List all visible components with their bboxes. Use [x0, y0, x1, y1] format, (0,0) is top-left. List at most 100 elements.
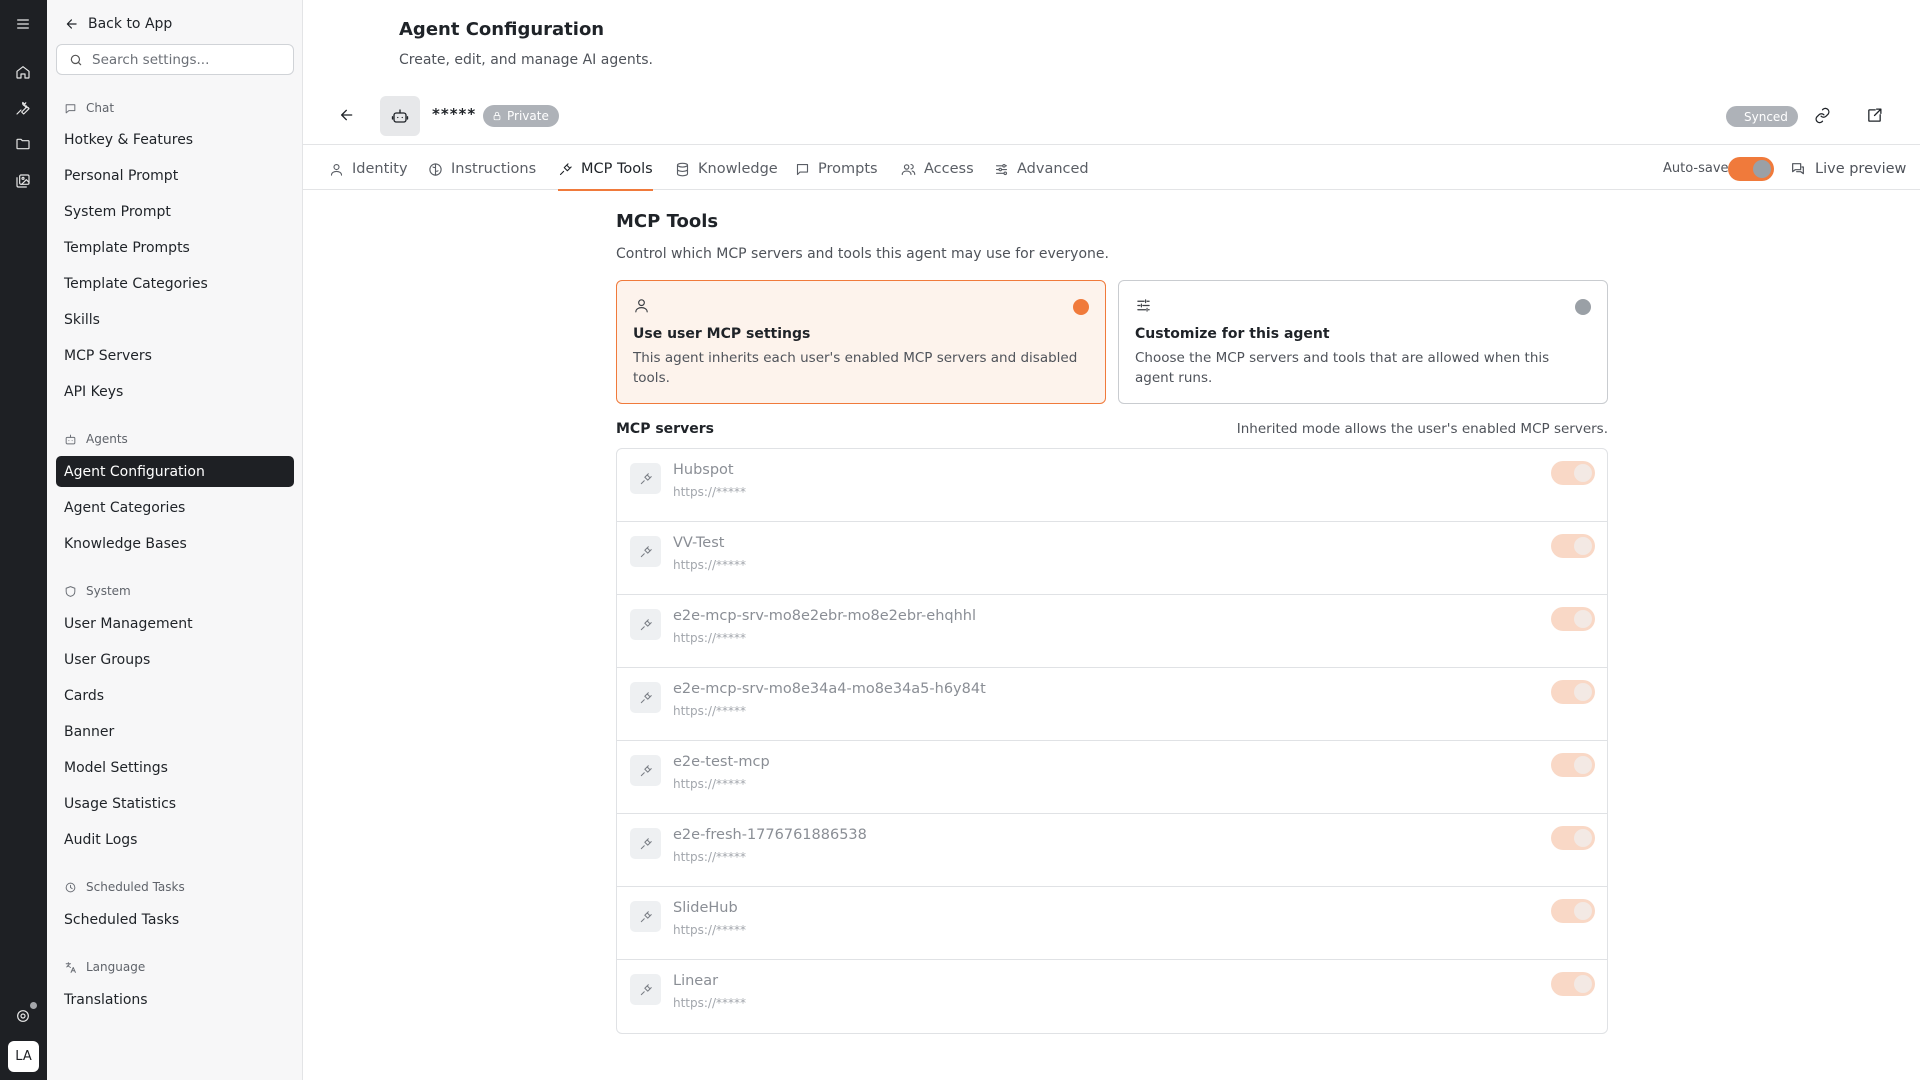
- mode-radio-selected[interactable]: [1073, 299, 1089, 315]
- server-name: e2e-test-mcp: [673, 754, 770, 770]
- mode-card-customize[interactable]: Customize for this agent Choose the MCP …: [1118, 280, 1608, 404]
- config-tabs: Identity Instructions MCP Tools Knowledg…: [303, 148, 1920, 191]
- tab-mcp-tools[interactable]: MCP Tools: [558, 148, 653, 191]
- sidebar-item-hotkey-features[interactable]: Hotkey & Features: [56, 124, 294, 155]
- visibility-badge: Private: [483, 105, 559, 127]
- link-icon: [1815, 107, 1830, 124]
- autosave-toggle[interactable]: [1728, 157, 1774, 181]
- sidebar-item-agent-configuration[interactable]: Agent Configuration: [56, 456, 294, 487]
- mode-card-use-user-settings[interactable]: Use user MCP settings This agent inherit…: [616, 280, 1106, 404]
- wrench-icon[interactable]: [12, 97, 34, 119]
- server-url: https://*****: [673, 923, 747, 937]
- back-to-app-link[interactable]: Back to App: [65, 13, 172, 35]
- sidebar-item-template-prompts[interactable]: Template Prompts: [56, 232, 294, 263]
- database-icon: [676, 162, 689, 176]
- server-toggle[interactable]: [1551, 753, 1595, 777]
- server-toggle[interactable]: [1551, 534, 1595, 558]
- autosave-label: Auto-save: [1663, 161, 1729, 176]
- tab-knowledge-label: Knowledge: [698, 161, 778, 177]
- list-item: Hubspot https://*****: [617, 449, 1607, 522]
- settings-sidebar: Back to App Chat Hotkey & Features Perso…: [47, 0, 303, 1080]
- sidebar-item-mcp-servers[interactable]: MCP Servers: [56, 340, 294, 371]
- tab-prompts[interactable]: Prompts: [795, 148, 878, 190]
- tab-access[interactable]: Access: [901, 148, 974, 190]
- tab-instructions[interactable]: Instructions: [428, 148, 536, 190]
- arrow-left-icon: [66, 19, 77, 29]
- server-url: https://*****: [673, 777, 747, 791]
- server-toggle[interactable]: [1551, 461, 1595, 485]
- user-icon: [635, 299, 648, 313]
- sidebar-item-translations[interactable]: Translations: [56, 984, 294, 1015]
- mode-description: This agent inherits each user's enabled …: [633, 350, 1078, 386]
- visibility-label: Private: [507, 109, 549, 123]
- mcp-servers-note: Inherited mode allows the user's enabled…: [1236, 421, 1608, 437]
- avatar[interactable]: LA: [8, 1041, 39, 1072]
- tab-advanced[interactable]: Advanced: [994, 148, 1089, 190]
- tab-prompts-label: Prompts: [818, 161, 878, 177]
- menu-icon[interactable]: [12, 13, 34, 35]
- sidebar-item-system-prompt[interactable]: System Prompt: [56, 196, 294, 227]
- sidebar-item-agent-categories[interactable]: Agent Categories: [56, 492, 294, 523]
- back-button[interactable]: [339, 107, 357, 125]
- users-icon: [901, 163, 916, 175]
- sidebar-item-knowledge-bases[interactable]: Knowledge Bases: [56, 528, 294, 559]
- sidebar-item-user-groups[interactable]: User Groups: [56, 644, 294, 675]
- tab-knowledge[interactable]: Knowledge: [675, 148, 778, 190]
- agent-name: *****: [432, 105, 477, 123]
- clock-icon: [65, 882, 76, 892]
- back-to-app-label: Back to App: [88, 16, 173, 32]
- tab-mcp-tools-label: MCP Tools: [581, 161, 653, 177]
- list-item: e2e-test-mcp https://*****: [617, 741, 1607, 814]
- live-preview-button[interactable]: Live preview: [1790, 148, 1906, 190]
- tab-instructions-label: Instructions: [451, 161, 537, 177]
- plug-icon: [630, 609, 661, 640]
- server-name: VV-Test: [673, 535, 725, 551]
- open-external-button[interactable]: [1866, 107, 1884, 125]
- list-item: VV-Test https://*****: [617, 522, 1607, 595]
- sidebar-item-usage-statistics[interactable]: Usage Statistics: [56, 788, 294, 819]
- sidebar-item-skills[interactable]: Skills: [56, 304, 294, 335]
- plug-icon: [630, 536, 661, 567]
- home-icon[interactable]: [12, 61, 34, 83]
- agent-avatar[interactable]: [380, 96, 420, 136]
- bot-icon: [65, 434, 76, 444]
- lock-icon: [493, 111, 501, 121]
- sync-status-badge: Synced: [1726, 106, 1798, 127]
- toggle-knob: [1574, 829, 1592, 847]
- server-toggle[interactable]: [1551, 826, 1595, 850]
- sidebar-item-api-keys[interactable]: API Keys: [56, 376, 294, 407]
- server-url: https://*****: [673, 631, 747, 645]
- search-input[interactable]: [92, 51, 282, 68]
- external-link-icon: [1868, 108, 1882, 122]
- section-system-label: System: [86, 584, 131, 598]
- mcp-server-list: Hubspot https://***** VV-Test https://**…: [616, 448, 1608, 1034]
- plug-icon: [630, 974, 661, 1005]
- toolbar-divider: [303, 144, 1920, 145]
- plug-icon: [630, 901, 661, 932]
- sidebar-item-user-management[interactable]: User Management: [56, 608, 294, 639]
- sidebar-item-cards[interactable]: Cards: [56, 680, 294, 711]
- section-system: System: [64, 582, 131, 600]
- folder-icon[interactable]: [12, 133, 34, 155]
- section-scheduled-label: Scheduled Tasks: [86, 880, 185, 894]
- server-toggle[interactable]: [1551, 972, 1595, 996]
- sidebar-item-scheduled-tasks[interactable]: Scheduled Tasks: [56, 904, 294, 935]
- server-toggle[interactable]: [1551, 680, 1595, 704]
- sidebar-item-personal-prompt[interactable]: Personal Prompt: [56, 160, 294, 191]
- sidebar-item-template-categories[interactable]: Template Categories: [56, 268, 294, 299]
- images-icon[interactable]: [12, 170, 34, 192]
- section-chat: Chat: [64, 99, 114, 117]
- sidebar-item-model-settings[interactable]: Model Settings: [56, 752, 294, 783]
- sidebar-item-banner[interactable]: Banner: [56, 716, 294, 747]
- sidebar-item-audit-logs[interactable]: Audit Logs: [56, 824, 294, 855]
- mode-radio-unselected[interactable]: [1575, 299, 1591, 315]
- plug-icon: [559, 162, 572, 175]
- server-toggle[interactable]: [1551, 607, 1595, 631]
- server-toggle[interactable]: [1551, 899, 1595, 923]
- copy-link-button[interactable]: [1814, 107, 1832, 125]
- server-name: Hubspot: [673, 462, 734, 478]
- preview-icon: [1792, 163, 1804, 175]
- settings-search[interactable]: [56, 44, 294, 75]
- search-icon: [70, 54, 82, 65]
- tab-identity[interactable]: Identity: [329, 148, 408, 190]
